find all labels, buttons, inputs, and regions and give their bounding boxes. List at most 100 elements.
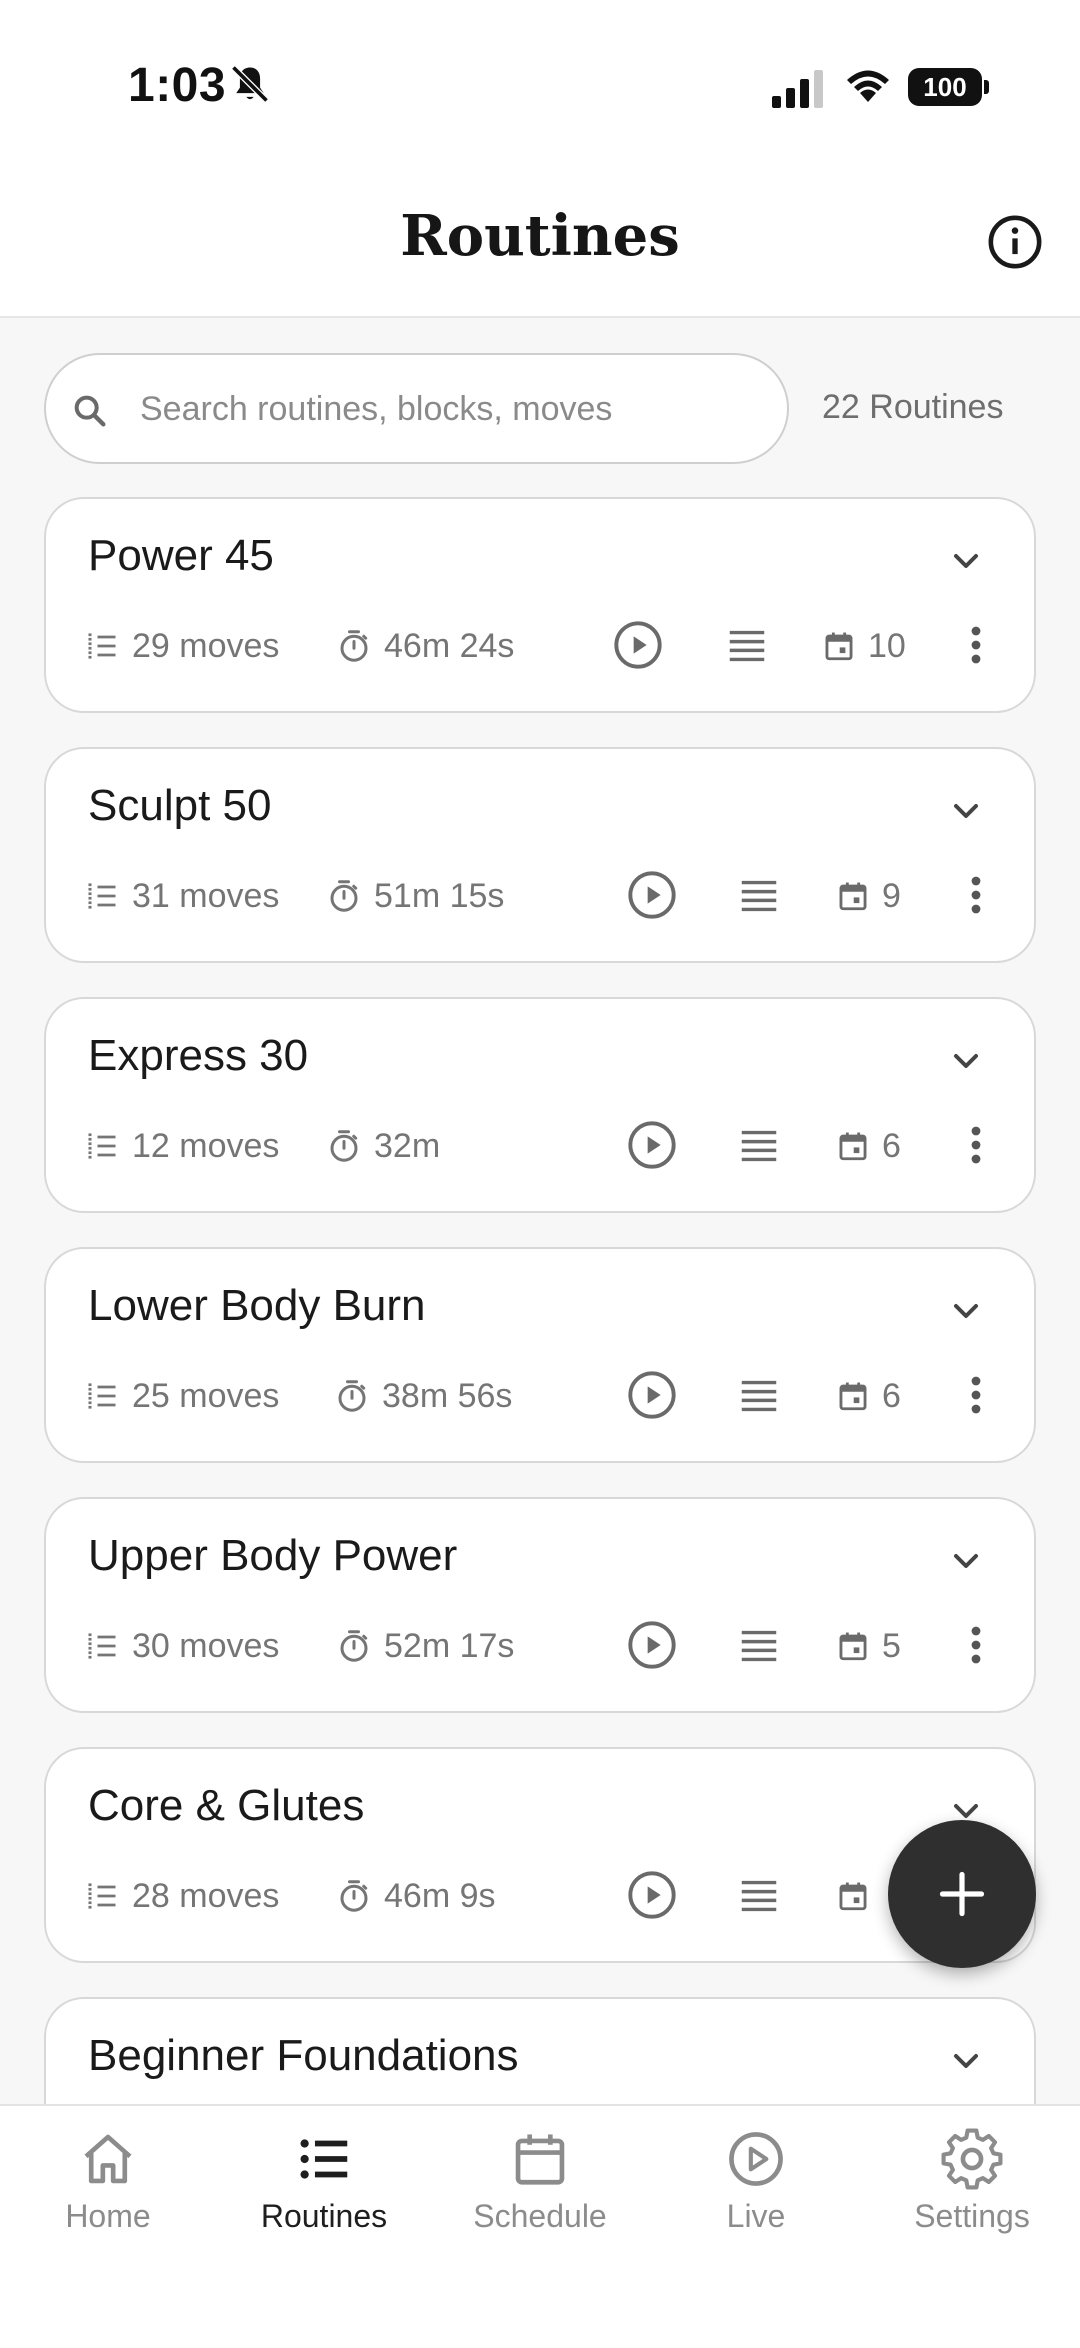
- calendar-icon: [836, 1129, 870, 1163]
- battery-icon: 100: [908, 68, 990, 106]
- search-box[interactable]: [44, 353, 789, 464]
- wifi-icon: [847, 70, 889, 102]
- duration: 46m 24s: [336, 624, 514, 668]
- more-vertical-icon[interactable]: [952, 1621, 1000, 1669]
- schedule-count-text: 5: [882, 1626, 901, 1665]
- home-icon: [84, 2134, 132, 2184]
- routine-card[interactable]: Lower Body Burn 25 moves 38m 56s 6: [44, 1247, 1036, 1463]
- moves-count-text: 28 moves: [132, 1876, 280, 1915]
- routine-name: Beginner Foundations: [88, 2031, 519, 2080]
- routine-card[interactable]: Power 45 29 moves 46m 24s 10: [44, 497, 1036, 713]
- add-routine-button[interactable]: [888, 1820, 1036, 1968]
- nav-live[interactable]: Live: [648, 2128, 864, 2268]
- play-icon[interactable]: [612, 619, 664, 671]
- moves-count-text: 25 moves: [132, 1376, 280, 1415]
- routine-card[interactable]: Core & Glutes 28 moves 46m 9s: [44, 1747, 1036, 1963]
- search-icon: [74, 395, 106, 427]
- blocks-icon[interactable]: [736, 1623, 782, 1669]
- chevron-down-icon[interactable]: [946, 541, 986, 581]
- calendar-icon: [836, 1379, 870, 1413]
- nav-home[interactable]: Home: [0, 2128, 216, 2268]
- duration-text: 51m 15s: [374, 876, 505, 915]
- timer-icon: [326, 1128, 362, 1164]
- duration-text: 38m 56s: [382, 1376, 513, 1415]
- play-icon[interactable]: [626, 1369, 678, 1421]
- search-input[interactable]: [140, 377, 760, 441]
- more-vertical-icon[interactable]: [952, 1371, 1000, 1419]
- duration-text: 46m 24s: [384, 626, 515, 665]
- timer-icon: [336, 628, 372, 664]
- blocks-icon[interactable]: [736, 1123, 782, 1169]
- schedule-count[interactable]: 10: [822, 624, 906, 668]
- duration: 52m 17s: [336, 1624, 514, 1668]
- more-vertical-icon[interactable]: [952, 1121, 1000, 1169]
- blocks-icon[interactable]: [724, 623, 770, 669]
- list-numbered-icon: [84, 628, 120, 664]
- duration-text: 46m 9s: [384, 1876, 496, 1915]
- schedule-count-text: 6: [882, 1376, 901, 1415]
- routine-name: Power 45: [88, 531, 274, 580]
- play-icon[interactable]: [626, 1119, 678, 1171]
- nav-routines[interactable]: Routines: [216, 2128, 432, 2268]
- duration: 38m 56s: [334, 1374, 512, 1418]
- more-vertical-icon[interactable]: [952, 621, 1000, 669]
- duration-text: 52m 17s: [384, 1626, 515, 1665]
- play-icon[interactable]: [626, 869, 678, 921]
- battery-level: 100: [908, 68, 982, 106]
- more-vertical-icon[interactable]: [952, 871, 1000, 919]
- play-icon[interactable]: [626, 1869, 678, 1921]
- moves-count: 30 moves: [84, 1624, 279, 1668]
- bottom-nav: Home Routines Schedule Live Settings: [0, 2104, 1080, 2348]
- chevron-down-icon[interactable]: [946, 2041, 986, 2081]
- nav-routines-label: Routines: [260, 2198, 388, 2234]
- nav-live-label: Live: [726, 2198, 786, 2234]
- info-icon[interactable]: [986, 213, 1044, 271]
- timer-icon: [336, 1878, 372, 1914]
- duration-text: 32m: [374, 1126, 441, 1165]
- nav-settings-label: Settings: [914, 2198, 1030, 2234]
- blocks-icon[interactable]: [736, 1373, 782, 1419]
- play-icon[interactable]: [626, 1619, 678, 1671]
- chevron-down-icon[interactable]: [946, 1041, 986, 1081]
- nav-schedule[interactable]: Schedule: [432, 2128, 648, 2268]
- calendar-icon: [515, 2134, 565, 2185]
- timer-icon: [334, 1378, 370, 1414]
- blocks-icon[interactable]: [736, 873, 782, 919]
- schedule-count-text: 10: [868, 626, 906, 665]
- routine-name: Express 30: [88, 1031, 309, 1080]
- routine-card[interactable]: Upper Body Power 30 moves 52m 17s 5: [44, 1497, 1036, 1713]
- routine-card[interactable]: Express 30 12 moves 32m 6: [44, 997, 1036, 1213]
- app-header: Routines: [0, 175, 1080, 318]
- moves-count-text: 12 moves: [132, 1126, 280, 1165]
- signal-icon: [772, 70, 823, 108]
- status-time: 1:03: [128, 59, 227, 112]
- nav-home-label: Home: [65, 2198, 151, 2234]
- duration: 46m 9s: [336, 1874, 496, 1918]
- duration: 51m 15s: [326, 874, 504, 918]
- list-numbered-icon: [84, 1378, 120, 1414]
- schedule-count-text: 9: [882, 876, 901, 915]
- chevron-down-icon[interactable]: [946, 1291, 986, 1331]
- schedule-count[interactable]: 5: [836, 1624, 901, 1668]
- blocks-icon[interactable]: [736, 1873, 782, 1919]
- moves-count-text: 31 moves: [132, 876, 280, 915]
- schedule-count[interactable]: 9: [836, 874, 901, 918]
- calendar-icon: [836, 879, 870, 913]
- list-numbered-icon: [84, 1628, 120, 1664]
- chevron-down-icon[interactable]: [946, 1541, 986, 1581]
- schedule-count[interactable]: 6: [836, 1124, 901, 1168]
- moves-count: 29 moves: [84, 624, 279, 668]
- routine-card[interactable]: Sculpt 50 31 moves 51m 15s 9: [44, 747, 1036, 963]
- schedule-count[interactable]: [836, 1874, 882, 1918]
- chevron-down-icon[interactable]: [946, 791, 986, 831]
- schedule-count[interactable]: 6: [836, 1374, 901, 1418]
- duration: 32m: [326, 1124, 440, 1168]
- calendar-icon: [822, 629, 856, 663]
- list-icon: [300, 2139, 348, 2179]
- routine-name: Core & Glutes: [88, 1781, 365, 1830]
- nav-settings[interactable]: Settings: [864, 2128, 1080, 2268]
- nav-schedule-label: Schedule: [473, 2198, 607, 2234]
- moves-count: 28 moves: [84, 1874, 279, 1918]
- list-numbered-icon: [84, 878, 120, 914]
- calendar-icon: [836, 1629, 870, 1663]
